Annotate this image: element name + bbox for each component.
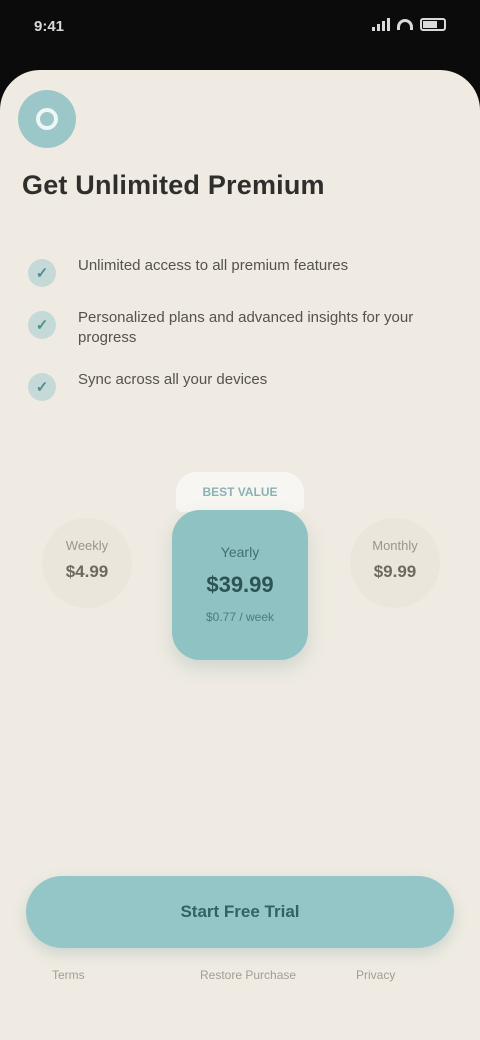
feature-text: Personalized plans and advanced insights… bbox=[78, 309, 414, 346]
feature-item: ✓ Personalized plans and advanced insigh… bbox=[28, 308, 458, 348]
checkmark-icon: ✓ bbox=[28, 373, 56, 401]
plan-option-weekly[interactable]: Weekly $4.99 bbox=[42, 518, 132, 608]
footer-links: Terms Restore Purchase Privacy bbox=[0, 968, 480, 992]
feature-text: Unlimited access to all premium features bbox=[78, 257, 349, 274]
feature-text: Sync across all your devices bbox=[78, 371, 268, 388]
battery-icon bbox=[420, 18, 446, 31]
plan-label: Monthly bbox=[372, 538, 418, 553]
plan-price: $4.99 bbox=[65, 562, 109, 581]
plan-option-monthly[interactable]: Monthly $9.99 bbox=[350, 518, 440, 608]
checkmark-icon: ✓ bbox=[28, 259, 56, 287]
logo-mark-icon bbox=[36, 108, 58, 130]
plan-subprice: $0.77 / week bbox=[205, 610, 275, 624]
best-value-badge: BEST VALUE bbox=[176, 472, 304, 512]
plan-label: Yearly bbox=[220, 544, 260, 560]
plan-price: $9.99 bbox=[373, 562, 417, 581]
start-trial-button[interactable]: Start Free Trial bbox=[26, 876, 454, 948]
paywall-headline: Get Unlimited Premium bbox=[22, 170, 325, 200]
app-logo bbox=[18, 90, 76, 148]
plan-price: $39.99 bbox=[206, 572, 274, 597]
privacy-link[interactable]: Privacy bbox=[356, 968, 395, 982]
checkmark-icon: ✓ bbox=[28, 311, 56, 339]
status-icons bbox=[372, 18, 446, 31]
restore-purchase-link[interactable]: Restore Purchase bbox=[200, 968, 296, 982]
feature-item: ✓ Unlimited access to all premium featur… bbox=[28, 256, 458, 287]
paywall-sheet: Get Unlimited Premium ✓ Unlimited access… bbox=[0, 70, 480, 1040]
plan-option-yearly[interactable]: Yearly $39.99 $0.77 / week bbox=[172, 510, 308, 660]
signal-icon bbox=[372, 18, 390, 31]
feature-list: ✓ Unlimited access to all premium featur… bbox=[28, 256, 458, 422]
feature-item: ✓ Sync across all your devices bbox=[28, 370, 458, 401]
status-bar: 9:41 bbox=[0, 0, 480, 62]
terms-link[interactable]: Terms bbox=[52, 968, 85, 982]
wifi-icon bbox=[397, 19, 413, 30]
status-time: 9:41 bbox=[34, 18, 65, 35]
plan-label: Weekly bbox=[65, 538, 109, 553]
